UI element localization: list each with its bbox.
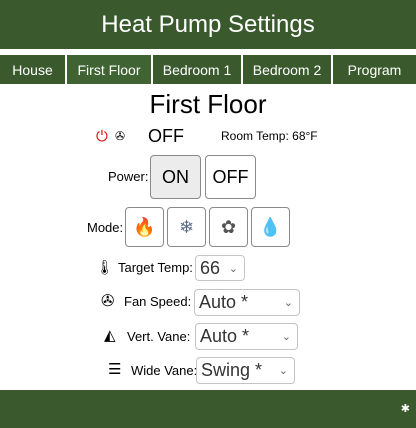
mode-label: Mode: bbox=[87, 220, 124, 235]
tab-program[interactable]: Program bbox=[333, 55, 416, 84]
chevron-down-icon: ⌄ bbox=[281, 331, 291, 343]
snowflake-icon: ❄ bbox=[178, 216, 195, 237]
wide-vane-value: Swing * bbox=[201, 360, 263, 380]
mode-heat-button[interactable]: 🔥 bbox=[125, 207, 164, 247]
mode-fan-button[interactable]: ✿ bbox=[209, 207, 248, 247]
footer-bar: ✱ bbox=[0, 390, 416, 428]
flame-icon: 🔥 bbox=[133, 216, 156, 237]
tab-bar: House First Floor Bedroom 1 Bedroom 2 Pr… bbox=[0, 55, 416, 84]
target-temp-value: 66 bbox=[200, 257, 221, 278]
mode-dry-button[interactable]: 💧 bbox=[251, 207, 290, 247]
chevron-down-icon: ⌄ bbox=[283, 297, 293, 309]
thermometer-icon: 🌡 bbox=[96, 259, 114, 275]
target-temp-select[interactable]: 66 ⌄ bbox=[195, 255, 245, 281]
tab-bedroom-1[interactable]: Bedroom 1 bbox=[153, 55, 241, 84]
wide-vane-icon: ☰ bbox=[108, 361, 122, 378]
fan-speed-label: Fan Speed: bbox=[124, 294, 192, 309]
vert-vane-label: Vert. Vane: bbox=[127, 329, 191, 344]
vert-vane-select[interactable]: Auto * ⌄ bbox=[195, 323, 298, 350]
power-off-button[interactable]: OFF bbox=[205, 155, 256, 199]
mode-cool-button[interactable]: ❄ bbox=[167, 207, 206, 247]
fan-icon: ✇ bbox=[115, 129, 126, 143]
fan-speed-value: Auto * bbox=[199, 292, 249, 312]
status-state: OFF bbox=[148, 125, 184, 146]
chevron-down-icon: ⌄ bbox=[228, 262, 238, 275]
app-header: Heat Pump Settings bbox=[0, 0, 416, 49]
power-icon: ⏻ bbox=[96, 127, 108, 145]
tab-first-floor[interactable]: First Floor bbox=[67, 55, 151, 84]
power-on-button[interactable]: ON bbox=[150, 155, 201, 199]
chevron-down-icon: ⌄ bbox=[278, 365, 288, 377]
fan-icon: ✇ bbox=[101, 293, 115, 310]
wide-vane-select[interactable]: Swing * ⌄ bbox=[196, 357, 295, 384]
vane-icon: ◭ bbox=[104, 327, 116, 344]
target-temp-label: Target Temp: bbox=[118, 260, 193, 275]
page-title: First Floor bbox=[149, 89, 267, 119]
vert-vane-value: Auto * bbox=[200, 326, 250, 346]
status-row: ⏻ ✇ OFF Room Temp: 68°F bbox=[96, 126, 318, 146]
droplet-icon: 💧 bbox=[259, 216, 282, 237]
room-temp: Room Temp: 68°F bbox=[221, 129, 318, 143]
tab-bedroom-2[interactable]: Bedroom 2 bbox=[243, 55, 331, 84]
power-label: Power: bbox=[108, 169, 149, 184]
wide-vane-label: Wide Vane: bbox=[131, 363, 198, 378]
tab-house[interactable]: House bbox=[0, 55, 65, 84]
app-title: Heat Pump Settings bbox=[101, 10, 315, 38]
fan-speed-select[interactable]: Auto * ⌄ bbox=[194, 289, 300, 316]
gear-icon[interactable]: ✱ bbox=[401, 402, 410, 415]
gear-icon: ✿ bbox=[220, 216, 237, 237]
